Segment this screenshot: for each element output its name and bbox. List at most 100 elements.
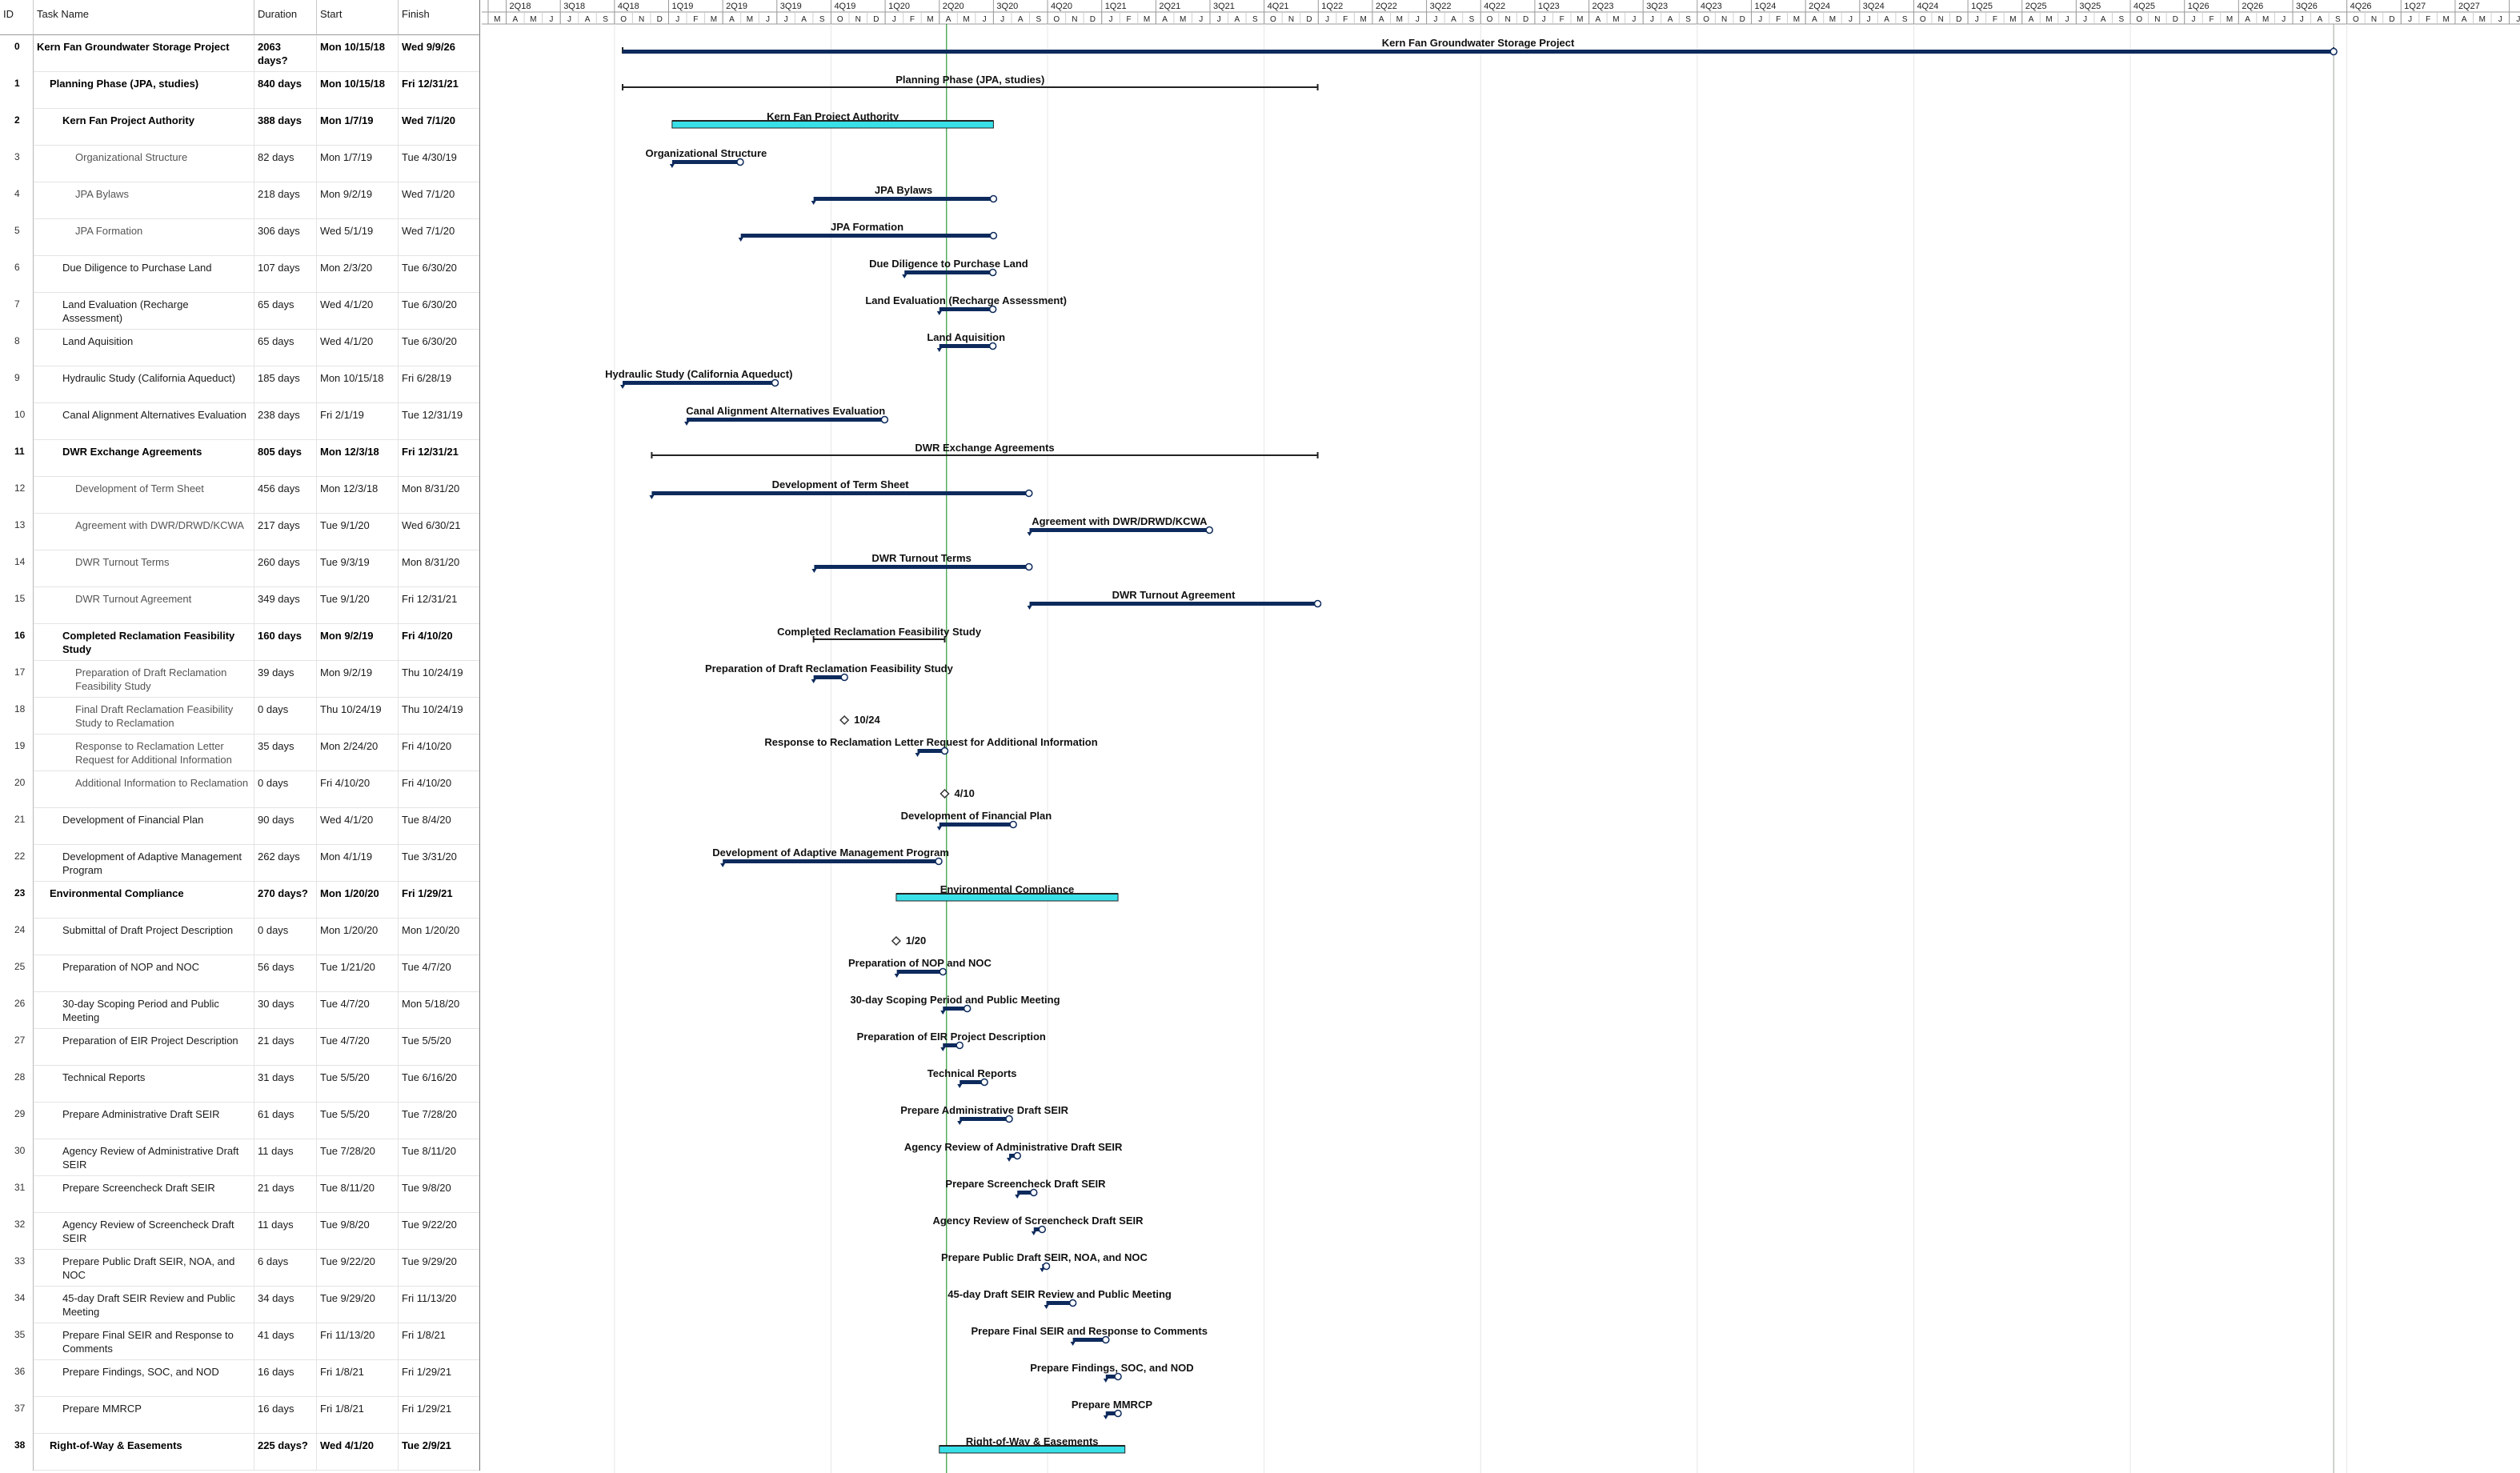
task-start[interactable]: Mon 9/2/19	[317, 182, 399, 219]
task-start[interactable]: Fri 2/1/19	[317, 403, 399, 440]
task-finish[interactable]: Fri 6/28/19	[399, 366, 480, 403]
table-row[interactable]: 30 Agency Review of Administrative Draft …	[0, 1139, 480, 1176]
task-start[interactable]: Tue 4/7/20	[317, 1029, 399, 1066]
task-duration[interactable]: 11 days	[254, 1213, 317, 1250]
table-row[interactable]: 18 Final Draft Reclamation Feasibility St…	[0, 698, 480, 734]
task-id[interactable]: 11	[0, 440, 34, 477]
table-row[interactable]: 34 45-day Draft SEIR Review and Public Me…	[0, 1287, 480, 1323]
task-start[interactable]: Mon 2/24/20	[317, 734, 399, 771]
table-row[interactable]: 4 JPA Bylaws 218 days Mon 9/2/19 Wed 7/1/20	[0, 182, 480, 219]
task-duration[interactable]: 39 days	[254, 661, 317, 698]
task-start[interactable]: Mon 1/20/20	[317, 882, 399, 919]
task-id[interactable]: 16	[0, 624, 34, 661]
task-name[interactable]: Technical Reports	[34, 1066, 254, 1103]
task-name[interactable]: Hydraulic Study (California Aqueduct)	[34, 366, 254, 403]
task-finish[interactable]: Tue 6/16/20	[399, 1066, 480, 1103]
task-duration[interactable]: 11 days	[254, 1139, 317, 1176]
task-start[interactable]: Mon 1/20/20	[317, 919, 399, 955]
task-start[interactable]: Wed 5/1/19	[317, 219, 399, 256]
task-duration[interactable]: 2063 days?	[254, 35, 317, 72]
table-row[interactable]: 20 Additional Information to Reclamation 0…	[0, 771, 480, 808]
summary-bar-progress[interactable]	[671, 120, 994, 129]
task-bar[interactable]	[896, 970, 943, 974]
column-header-duration[interactable]: Duration	[254, 0, 317, 35]
task-finish[interactable]: Fri 1/8/21	[399, 1323, 480, 1360]
table-row[interactable]: 31 Prepare Screencheck Draft SEIR 21 days T…	[0, 1176, 480, 1213]
task-duration[interactable]: 270 days?	[254, 882, 317, 919]
task-name[interactable]: Preparation of NOP and NOC	[34, 955, 254, 992]
task-id[interactable]: 1	[0, 72, 34, 109]
task-duration[interactable]: 238 days	[254, 403, 317, 440]
task-name[interactable]: Development of Adaptive Management Progr…	[34, 845, 254, 882]
task-name[interactable]: Prepare MMRCP	[34, 1397, 254, 1434]
task-bar[interactable]	[651, 491, 1029, 495]
task-duration[interactable]: 21 days	[254, 1176, 317, 1213]
task-finish[interactable]: Tue 8/11/20	[399, 1139, 480, 1176]
task-bar[interactable]	[960, 1117, 1010, 1121]
task-duration[interactable]: 107 days	[254, 256, 317, 293]
task-id[interactable]: 14	[0, 550, 34, 587]
milestone-diamond[interactable]	[891, 935, 901, 947]
task-start[interactable]: Mon 10/15/18	[317, 366, 399, 403]
task-finish[interactable]: Thu 10/24/19	[399, 698, 480, 734]
task-finish[interactable]: Mon 5/18/20	[399, 992, 480, 1029]
task-duration[interactable]: 90 days	[254, 808, 317, 845]
task-finish[interactable]: Fri 4/10/20	[399, 624, 480, 661]
milestone-diamond[interactable]	[839, 714, 850, 726]
task-start[interactable]: Tue 9/22/20	[317, 1250, 399, 1287]
task-name[interactable]: JPA Formation	[34, 219, 254, 256]
task-name[interactable]: Right-of-Way & Easements	[34, 1434, 254, 1471]
task-start[interactable]: Wed 4/1/20	[317, 330, 399, 366]
task-finish[interactable]: Mon 1/20/20	[399, 919, 480, 955]
task-finish[interactable]: Tue 6/30/20	[399, 293, 480, 330]
task-id[interactable]: 6	[0, 256, 34, 293]
task-duration[interactable]: 0 days	[254, 698, 317, 734]
task-start[interactable]: Tue 9/1/20	[317, 514, 399, 550]
table-row[interactable]: 11 DWR Exchange Agreements 805 days Mon 12/…	[0, 440, 480, 477]
task-bar[interactable]	[1046, 1301, 1073, 1305]
table-row[interactable]: 15 DWR Turnout Agreement 349 days Tue 9/1/2…	[0, 587, 480, 624]
task-name[interactable]: Organizational Structure	[34, 146, 254, 182]
task-finish[interactable]: Fri 1/29/21	[399, 882, 480, 919]
task-name[interactable]: Submittal of Draft Project Description	[34, 919, 254, 955]
task-id[interactable]: 34	[0, 1287, 34, 1323]
table-row[interactable]: 14 DWR Turnout Terms 260 days Tue 9/3/19 Mon…	[0, 550, 480, 587]
table-row[interactable]: 22 Development of Adaptive Management Pro…	[0, 845, 480, 882]
task-id[interactable]: 29	[0, 1103, 34, 1139]
task-name[interactable]: Prepare Final SEIR and Response to Comme…	[34, 1323, 254, 1360]
column-header-id[interactable]: ID	[0, 0, 34, 35]
table-row[interactable]: 28 Technical Reports 31 days Tue 5/5/20 Tue …	[0, 1066, 480, 1103]
task-finish[interactable]: Tue 4/30/19	[399, 146, 480, 182]
task-bar[interactable]	[917, 749, 945, 753]
task-name[interactable]: Environmental Compliance	[34, 882, 254, 919]
task-start[interactable]: Fri 1/8/21	[317, 1397, 399, 1434]
task-name[interactable]: 30-day Scoping Period and Public Meeting	[34, 992, 254, 1029]
table-row[interactable]: 33 Prepare Public Draft SEIR, NOA, and NO…	[0, 1250, 480, 1287]
task-finish[interactable]: Fri 4/10/20	[399, 734, 480, 771]
task-start[interactable]: Tue 1/21/20	[317, 955, 399, 992]
task-name[interactable]: Prepare Findings, SOC, and NOD	[34, 1360, 254, 1397]
table-row[interactable]: 37 Prepare MMRCP 16 days Fri 1/8/21 Fri 1/29…	[0, 1397, 480, 1434]
task-start[interactable]: Wed 4/1/20	[317, 808, 399, 845]
task-name[interactable]: Kern Fan Project Authority	[34, 109, 254, 146]
table-row[interactable]: 8 Land Aquisition 65 days Wed 4/1/20 Tue 6/3…	[0, 330, 480, 366]
task-id[interactable]: 27	[0, 1029, 34, 1066]
task-finish[interactable]: Tue 4/7/20	[399, 955, 480, 992]
task-start[interactable]: Tue 9/1/20	[317, 587, 399, 624]
project-summary-bar[interactable]	[623, 50, 2334, 54]
task-start[interactable]: Wed 4/1/20	[317, 293, 399, 330]
task-duration[interactable]: 349 days	[254, 587, 317, 624]
task-start[interactable]: Tue 5/5/20	[317, 1103, 399, 1139]
task-duration[interactable]: 30 days	[254, 992, 317, 1029]
task-duration[interactable]: 61 days	[254, 1103, 317, 1139]
task-duration[interactable]: 82 days	[254, 146, 317, 182]
task-duration[interactable]: 456 days	[254, 477, 317, 514]
table-row[interactable]: 27 Preparation of EIR Project Description…	[0, 1029, 480, 1066]
task-start[interactable]: Mon 9/2/19	[317, 624, 399, 661]
task-finish[interactable]: Tue 8/4/20	[399, 808, 480, 845]
task-finish[interactable]: Mon 8/31/20	[399, 477, 480, 514]
table-row[interactable]: 10 Canal Alignment Alternatives Evaluatio…	[0, 403, 480, 440]
task-id[interactable]: 25	[0, 955, 34, 992]
task-name[interactable]: Land Aquisition	[34, 330, 254, 366]
task-bar[interactable]	[1072, 1338, 1106, 1342]
